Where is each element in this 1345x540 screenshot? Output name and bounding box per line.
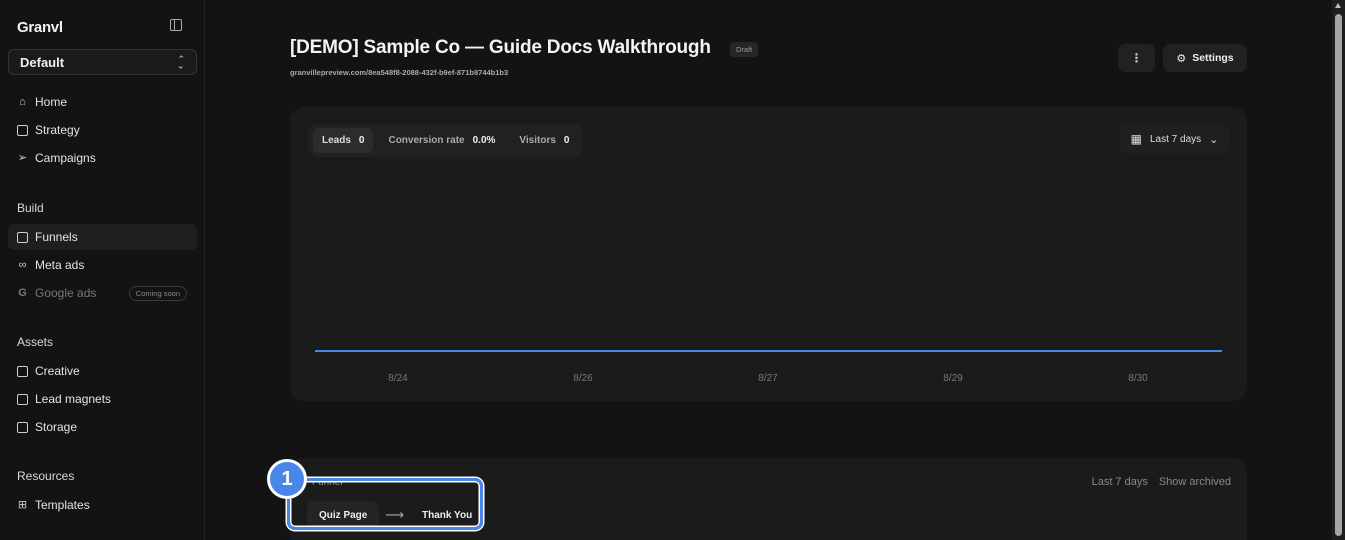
chevron-down-icon: ⌄	[1209, 133, 1219, 146]
x-tick-label: 8/24	[388, 373, 408, 384]
section-label-assets: Assets	[17, 335, 54, 349]
sidebar-item-meta-ads[interactable]: ∞ Meta ads	[8, 252, 197, 278]
metric-value: 0.0%	[472, 135, 496, 146]
page-scrollbar[interactable]	[1332, 0, 1345, 540]
gear-icon: ⚙	[1176, 52, 1187, 65]
x-tick-label: 8/29	[943, 373, 963, 384]
brand-logo: Granvl	[17, 19, 63, 36]
metrics-tabs: Leads 0 Conversion rate 0.0% Visitors 0	[308, 124, 584, 157]
sidebar-item-label: Meta ads	[35, 258, 85, 272]
page-title: [DEMO] Sample Co — Guide Docs Walkthroug…	[290, 37, 711, 58]
book-icon	[17, 124, 28, 136]
sidebar-item-label: Strategy	[35, 123, 80, 137]
annotation-marker: 1	[267, 459, 307, 499]
funnel-controls: Last 7 days Show archived	[1092, 476, 1231, 488]
sidebar-item-storage[interactable]: Storage	[8, 414, 197, 440]
metric-tab-conversion[interactable]: Conversion rate 0.0%	[379, 128, 504, 153]
settings-button[interactable]: ⚙ Settings	[1163, 44, 1247, 72]
funnel-url[interactable]: granvillepreview.com/8ea548f8-2088-432f-…	[290, 68, 508, 77]
sidebar-item-templates[interactable]: ⊞ Templates	[8, 492, 197, 518]
monitor-icon	[17, 365, 28, 377]
metric-tab-leads[interactable]: Leads 0	[313, 128, 374, 153]
coming-soon-badge: Coming soon	[128, 285, 187, 301]
sidebar-item-label: Creative	[35, 364, 80, 378]
sidebar-item-label: Campaigns	[35, 151, 96, 165]
sidebar-item-label: Storage	[35, 420, 78, 434]
metric-label: Visitors	[519, 135, 556, 146]
meta-icon: ∞	[18, 258, 27, 271]
section-label-build: Build	[17, 201, 44, 215]
google-icon: G	[18, 286, 27, 299]
more-options-button[interactable]: ⋮	[1118, 44, 1155, 72]
app-window: Granvl Default ⌃ ⌃ ⌂ Home Strategy ➢ Camp…	[0, 0, 1345, 540]
sidebar-item-label: Home	[35, 95, 68, 109]
chevron-updown-icon: ⌃ ⌃	[177, 54, 185, 71]
metric-value: 0	[563, 135, 570, 146]
show-archived-button[interactable]: Show archived	[1159, 476, 1231, 488]
x-tick-label: 8/30	[1128, 373, 1148, 384]
workspace-name: Default	[20, 54, 65, 70]
x-tick-label: 8/26	[573, 373, 593, 384]
sidebar-item-google-ads: G Google ads Coming soon	[8, 280, 197, 306]
scrollbar-thumb[interactable]	[1335, 14, 1342, 536]
sidebar: Granvl Default ⌃ ⌃ ⌂ Home Strategy ➢ Camp…	[0, 0, 205, 540]
sidebar-item-home[interactable]: ⌂ Home	[8, 89, 197, 115]
sidebar-item-label: Templates	[35, 498, 90, 512]
sidebar-item-label: Lead magnets	[35, 392, 112, 406]
metric-label: Leads	[322, 135, 351, 146]
copy-icon	[17, 421, 28, 433]
sidebar-item-strategy[interactable]: Strategy	[8, 117, 197, 143]
home-icon: ⌂	[19, 95, 26, 108]
settings-label: Settings	[1192, 52, 1234, 64]
status-badge: Draft	[730, 42, 759, 57]
workspace-selector[interactable]: Default ⌃ ⌃	[8, 49, 197, 75]
funnel-range-button[interactable]: Last 7 days	[1092, 476, 1148, 488]
sidebar-item-label: Google ads	[35, 286, 97, 300]
x-tick-label: 8/27	[758, 373, 778, 384]
annotation-highlight-box	[287, 478, 483, 530]
sidebar-item-label: Funnels	[35, 230, 78, 244]
file-icon	[17, 393, 28, 405]
layout-icon	[17, 231, 28, 243]
kebab-menu-icon: ⋮	[1130, 51, 1143, 65]
metric-tab-visitors[interactable]: Visitors 0	[510, 128, 578, 153]
calendar-icon: ▦	[1130, 132, 1142, 146]
scroll-up-icon[interactable]	[1335, 3, 1341, 8]
grid-icon: ⊞	[17, 498, 28, 511]
analytics-card: 8/24 8/26 8/27 8/29 8/30 Leads 0 Conversion …	[290, 107, 1247, 401]
sidebar-item-campaigns[interactable]: ➢ Campaigns	[8, 145, 197, 171]
sidebar-item-creative[interactable]: Creative	[8, 358, 197, 384]
send-icon: ➢	[17, 151, 28, 164]
collapse-sidebar-icon[interactable]	[170, 19, 182, 31]
main-content: [DEMO] Sample Co — Guide Docs Walkthroug…	[205, 0, 1332, 540]
section-label-resources: Resources	[17, 469, 75, 483]
metric-label: Conversion rate	[388, 135, 465, 146]
sidebar-item-lead-magnets[interactable]: Lead magnets	[8, 386, 197, 412]
date-range-label: Last 7 days	[1149, 133, 1202, 145]
date-range-dropdown[interactable]: ▦ Last 7 days ⌄	[1119, 124, 1230, 154]
metric-value: 0	[358, 135, 365, 146]
sidebar-item-funnels[interactable]: Funnels	[8, 224, 197, 250]
